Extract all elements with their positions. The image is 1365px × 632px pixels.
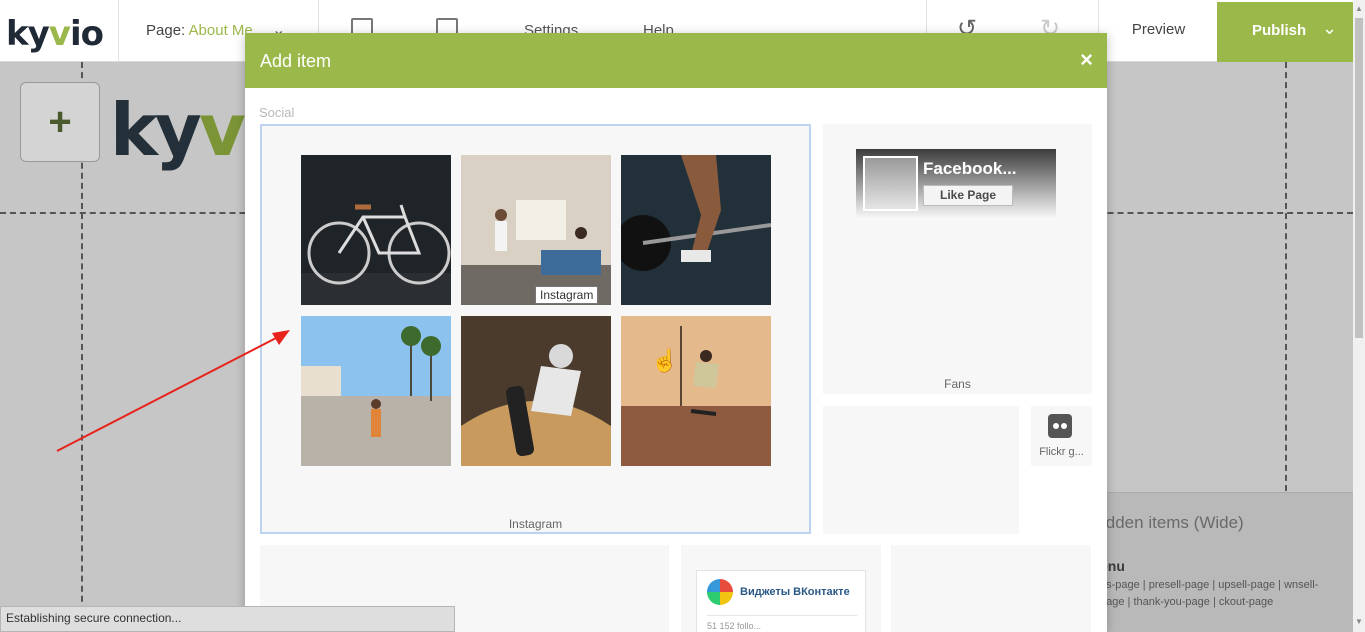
- facebook-avatar: [863, 156, 918, 211]
- instagram-widget-card[interactable]: Instagram ☝ Instagram: [260, 124, 811, 534]
- scroll-down-icon[interactable]: ▼: [1355, 617, 1363, 626]
- vk-divider: [707, 615, 857, 616]
- logo-text: ky: [6, 14, 50, 54]
- toolbar-divider: [118, 0, 119, 62]
- hidden-menu-links[interactable]: es-page | presell-page | upsell-page | w…: [1100, 577, 1340, 611]
- page-label: Page:: [146, 22, 186, 39]
- widget-card[interactable]: [891, 545, 1091, 632]
- instagram-photo-office: [461, 155, 611, 305]
- vk-followers: 51 152 follo...: [707, 621, 762, 631]
- scroll-up-icon[interactable]: ▲: [1355, 4, 1363, 13]
- modal-header: Add item ×: [245, 33, 1107, 88]
- instagram-label: Instagram: [508, 517, 563, 531]
- publish-label: Publish: [1252, 22, 1307, 39]
- browser-status-bar: Establishing secure connection...: [0, 606, 455, 632]
- flickr-gallery-card[interactable]: Flickr g...: [1031, 406, 1092, 466]
- chevron-down-icon[interactable]: ⌄: [1322, 18, 1337, 39]
- publish-button[interactable]: Publish ⌄: [1217, 2, 1353, 62]
- flickr-label: Flickr g...: [1039, 446, 1084, 458]
- scroll-thumb[interactable]: [1355, 18, 1363, 338]
- preview-button[interactable]: Preview: [1100, 0, 1217, 62]
- facebook-page-name: Facebook...: [923, 159, 1017, 178]
- widget-card[interactable]: [823, 406, 1019, 534]
- hidden-items-title: idden items (Wide): [1102, 513, 1244, 532]
- hidden-items-panel: idden items (Wide) enu es-page | presell…: [1090, 492, 1353, 632]
- hand-cursor-icon: ☝: [651, 348, 679, 373]
- add-item-button[interactable]: +: [20, 82, 100, 162]
- instagram-photo-weights: [621, 155, 771, 305]
- vk-logo-icon: [707, 579, 733, 605]
- fans-label: Fans: [944, 377, 971, 391]
- kyvio-logo[interactable]: kyvio: [6, 14, 104, 54]
- modal-title: Add item: [260, 51, 332, 71]
- close-icon[interactable]: ×: [1080, 47, 1093, 73]
- logo-text-end: io: [69, 14, 104, 54]
- instagram-tooltip: Instagram: [535, 286, 599, 304]
- vk-widget-title: Виджеты ВКонтакте: [740, 586, 850, 598]
- vk-widget-card[interactable]: Виджеты ВКонтакте 51 152 follo...: [681, 545, 881, 632]
- section-label-social: Social: [259, 105, 295, 120]
- facebook-fans-card[interactable]: Facebook... Like Page Fans: [823, 124, 1092, 394]
- instagram-photo-sunset-skater: [621, 316, 771, 466]
- page-scrollbar[interactable]: ▲ ▼: [1353, 0, 1365, 632]
- instagram-photo-skater: [461, 316, 611, 466]
- page-logo-text: ky: [110, 88, 202, 172]
- logo-check: v: [48, 14, 71, 54]
- add-item-modal: Add item × Social Instagram ☝ Instagram …: [245, 33, 1107, 632]
- vk-widget-preview: Виджеты ВКонтакте 51 152 follo...: [696, 570, 866, 632]
- page-name: About Me: [188, 22, 253, 39]
- instagram-photo-street: [301, 316, 451, 466]
- instagram-photo-bike: [301, 155, 451, 305]
- facebook-page-preview: Facebook... Like Page: [856, 149, 1056, 219]
- flickr-icon: [1048, 414, 1072, 438]
- page-logo-check: v: [198, 88, 246, 172]
- facebook-like-button: Like Page: [923, 185, 1013, 206]
- page-logo: kyvi: [110, 88, 267, 172]
- page-selector[interactable]: Page: About Me: [146, 22, 253, 39]
